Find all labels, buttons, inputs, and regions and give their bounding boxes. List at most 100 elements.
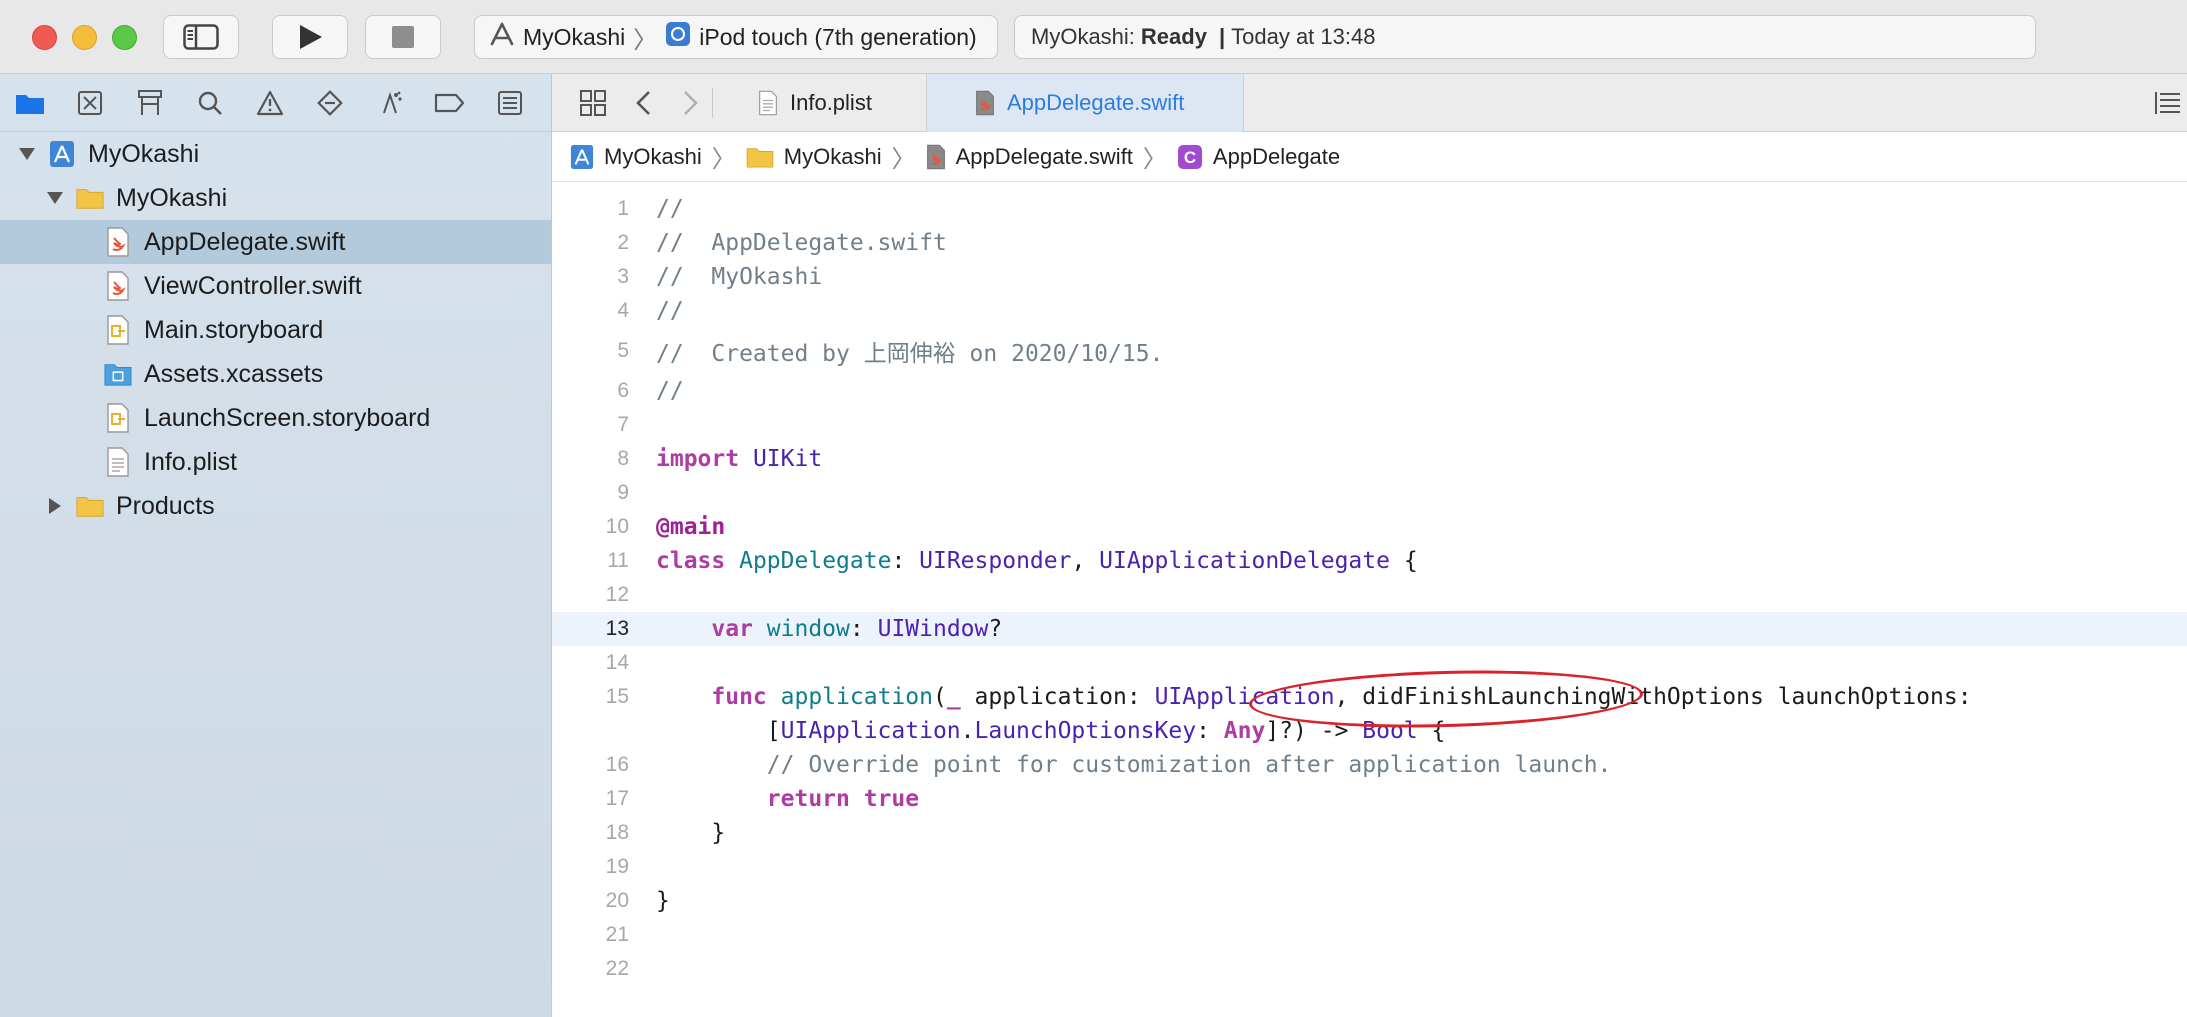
tree-item-label: AppDelegate.swift [144,227,346,256]
code-line[interactable]: 11 class AppDelegate: UIResponder, UIAppl… [552,544,2187,578]
code-text: import UIKit [656,446,823,472]
find-navigator-tab[interactable] [180,74,240,132]
issue-navigator-tab[interactable] [240,74,300,132]
folder-icon [76,183,104,213]
tree-item-label: LaunchScreen.storyboard [144,403,431,432]
run-button[interactable] [272,15,348,59]
app-target-icon [489,22,515,52]
scheme-selector[interactable]: MyOkashi 〉 iPod touch (7th generation) [474,15,998,59]
xcode-project-icon [48,139,76,169]
xcode-window: MyOkashi 〉 iPod touch (7th generation) M… [0,0,2187,1017]
close-window-button[interactable] [32,25,57,50]
line-number: 10 [605,515,629,538]
code-line[interactable]: [UIApplication.LaunchOptionsKey: Any]?) … [552,714,2187,748]
debug-navigator-tab[interactable] [360,74,420,132]
code-line[interactable]: 8 import UIKit [552,442,2187,476]
code-line[interactable]: 3 // MyOkashi [552,260,2187,294]
sidebar-icon [183,24,219,50]
tree-item-group[interactable]: Products [0,484,551,528]
line-number: 1 [617,197,629,220]
code-line[interactable]: 13 var window: UIWindow? [552,612,2187,646]
breakpoint-navigator-tab[interactable] [420,74,480,132]
breadcrumb-group[interactable]: MyOkashi [746,144,882,170]
swift-file-icon [104,271,132,301]
zoom-window-button[interactable] [112,25,137,50]
stop-button[interactable] [365,15,441,59]
search-icon [198,91,222,115]
breadcrumb-symbol[interactable]: C AppDelegate [1177,144,1340,170]
code-line[interactable]: 14 [552,646,2187,680]
line-number: 4 [617,299,629,322]
code-line[interactable]: 5 // Created by 上岡伸裕 on 2020/10/15. [552,328,2187,374]
svg-text:C: C [1184,148,1196,167]
plist-file-icon [104,447,132,477]
code-line[interactable]: 6 // [552,374,2187,408]
tree-item-label: Info.plist [144,447,238,476]
breadcrumb-project[interactable]: MyOkashi [570,144,702,170]
swift-file-icon [104,227,132,257]
code-line[interactable]: 1 // [552,192,2187,226]
tree-item-file[interactable]: Main.storyboard [0,308,551,352]
breadcrumb-separator-icon: 〉 [711,146,736,173]
code-line[interactable]: 19 [552,850,2187,884]
line-number: 12 [605,583,629,606]
asset-catalog-icon [104,359,132,389]
code-line[interactable]: 15 func application(_ application: UIApp… [552,680,2187,714]
code-text: // [656,378,684,404]
test-navigator-tab[interactable] [300,74,360,132]
report-navigator-tab[interactable] [480,74,540,132]
code-line[interactable]: 20} [552,884,2187,918]
line-number: 17 [605,787,629,810]
tab-label: AppDelegate.swift [1007,90,1185,115]
breadcrumb-separator-icon: 〉 [1142,146,1167,173]
code-line[interactable]: 16 // Override point for customization a… [552,748,2187,782]
line-number: 5 [617,339,629,362]
code-line[interactable]: 22 [552,952,2187,986]
line-number: 19 [605,855,629,878]
breadcrumb-separator-icon: 〉 [891,146,916,173]
tree-item-group[interactable]: MyOkashi [0,176,551,220]
swift-file-icon [975,90,995,116]
jump-bar: MyOkashi 〉 MyOkashi 〉 AppDelegate.swift … [552,132,2187,182]
code-area[interactable]: 1 // 2 // AppDelegate.swift 3 // MyOkashi 4 // 5… [552,192,2187,986]
folder-icon [76,491,104,521]
breadcrumb-file[interactable]: AppDelegate.swift [926,144,1133,170]
related-items-button[interactable] [568,74,618,132]
code-line[interactable]: 2 // AppDelegate.swift [552,226,2187,260]
stop-icon [392,26,414,48]
code-line[interactable]: 21 [552,918,2187,952]
code-line[interactable]: 18 } [552,816,2187,850]
toolbar-divider [712,88,713,118]
tree-item-file[interactable]: Assets.xcassets [0,352,551,396]
disclosure-open-icon[interactable] [16,147,38,161]
tree-item-file[interactable]: ViewController.swift [0,264,551,308]
tree-item-file[interactable]: LaunchScreen.storyboard [0,396,551,440]
code-text: // AppDelegate.swift [656,230,947,256]
symbol-navigator-tab[interactable] [120,74,180,132]
line-number: 15 [605,685,629,708]
tree-item-file[interactable]: Info.plist [0,440,551,484]
minimize-window-button[interactable] [72,25,97,50]
code-line[interactable]: 17 return true [552,782,2187,816]
code-line[interactable]: 9 [552,476,2187,510]
disclosure-closed-icon[interactable] [44,497,66,515]
line-number: 6 [617,379,629,402]
disclosure-open-icon[interactable] [44,191,66,205]
report-icon [498,90,522,115]
code-line[interactable]: 4 // [552,294,2187,328]
forward-button[interactable] [666,74,716,132]
back-button[interactable] [618,74,668,132]
code-line[interactable]: 7 [552,408,2187,442]
code-text: [UIApplication.LaunchOptionsKey: Any]?) … [656,718,1446,744]
tab-appdelegate-swift[interactable]: AppDelegate.swift [926,74,1244,132]
code-line[interactable]: 12 [552,578,2187,612]
code-line[interactable]: 10 @main [552,510,2187,544]
tree-item-file[interactable]: AppDelegate.swift [0,220,551,264]
editor-options-button[interactable] [2150,74,2186,132]
source-control-navigator-tab[interactable] [60,74,120,132]
tree-item-project[interactable]: MyOkashi [0,132,551,176]
tab-info-plist[interactable]: Info.plist [738,74,926,132]
activity-time: Today at 13:48 [1231,24,1376,49]
project-navigator-tab[interactable] [0,74,60,132]
toggle-navigator-button[interactable] [163,15,239,59]
